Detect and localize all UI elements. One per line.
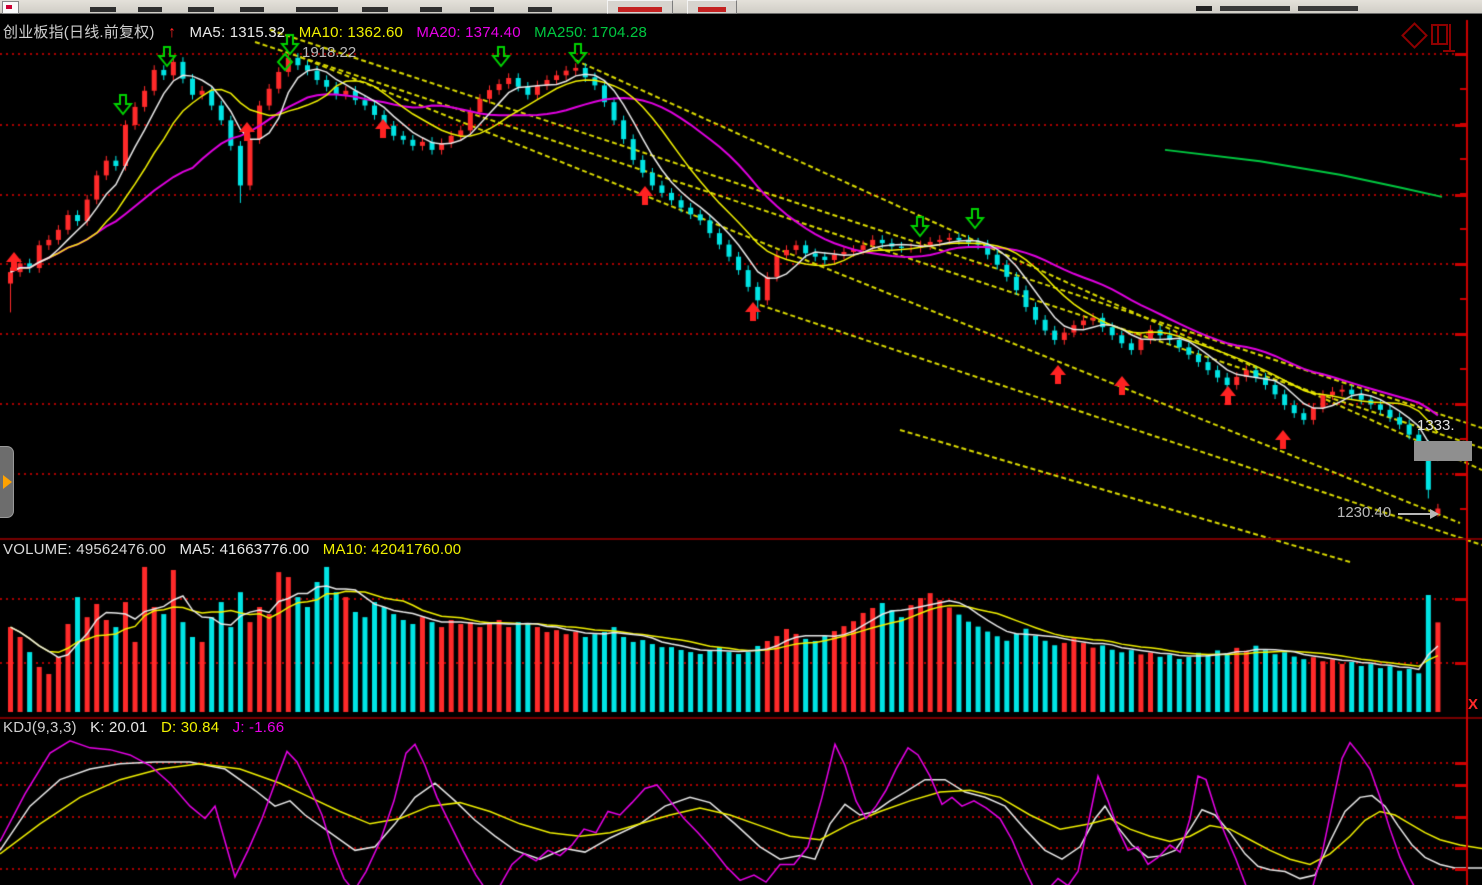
kdj-d-value: D: 30.84 bbox=[161, 719, 219, 736]
menu-red-button[interactable] bbox=[687, 0, 737, 14]
menu-status-text bbox=[1298, 6, 1358, 11]
menu-red-button[interactable] bbox=[607, 0, 673, 14]
kdj-j-value: J: -1.66 bbox=[233, 719, 285, 736]
trend-arrowhead-icon bbox=[1430, 509, 1439, 519]
ma250-value: MA250: 1704.28 bbox=[534, 24, 647, 41]
peak-price-label: 1918.22 bbox=[302, 44, 356, 61]
volume-ma5: MA5: 41663776.00 bbox=[179, 541, 309, 558]
menu-item[interactable] bbox=[296, 7, 338, 12]
volume-ma10: MA10: 42041760.00 bbox=[323, 541, 462, 558]
window-tool-frame bbox=[1449, 24, 1451, 50]
trend-arrow-icon bbox=[1398, 513, 1432, 515]
menu-item[interactable] bbox=[362, 7, 388, 12]
ma20-value: MA20: 1374.40 bbox=[416, 24, 520, 41]
kdj-name: KDJ(9,3,3) bbox=[3, 719, 77, 736]
menu-item[interactable] bbox=[240, 7, 264, 12]
volume-value: VOLUME: 49562476.00 bbox=[3, 541, 166, 558]
main-legend: 创业板指(日线.前复权) ↑ MA5: 1315.32 MA10: 1362.6… bbox=[3, 21, 656, 42]
kdj-k-value: K: 20.01 bbox=[90, 719, 147, 736]
kdj-legend: KDJ(9,3,3) K: 20.01 D: 30.84 J: -1.66 bbox=[3, 719, 293, 736]
ma10-value: MA10: 1362.60 bbox=[299, 24, 403, 41]
menu-item[interactable] bbox=[470, 7, 494, 12]
price-tag bbox=[1414, 441, 1472, 461]
menubar[interactable] bbox=[0, 0, 1482, 14]
volume-legend: VOLUME: 49562476.00 MA5: 41663776.00 MA1… bbox=[3, 541, 470, 558]
symbol-title: 创业板指(日线.前复权) bbox=[3, 24, 155, 41]
last-price-label: 1333. bbox=[1417, 417, 1455, 434]
window-tool-icon[interactable] bbox=[1431, 24, 1448, 45]
window-tool-frame bbox=[1443, 50, 1455, 52]
sidebar-expand-handle[interactable] bbox=[0, 446, 14, 518]
menu-item[interactable] bbox=[420, 7, 442, 12]
close-pane-button[interactable]: X bbox=[1468, 696, 1478, 713]
menu-status-icon bbox=[1196, 6, 1212, 11]
app-icon bbox=[2, 1, 19, 14]
chart-canvas[interactable] bbox=[0, 0, 1482, 885]
ma5-value: MA5: 1315.32 bbox=[190, 24, 286, 41]
menu-item[interactable] bbox=[528, 7, 552, 12]
up-arrow-icon: ↑ bbox=[168, 24, 176, 41]
menu-item[interactable] bbox=[138, 7, 162, 12]
trendline-price-label: 1230.40 bbox=[1337, 504, 1391, 521]
stock-app-window: 创业板指(日线.前复权) ↑ MA5: 1315.32 MA10: 1362.6… bbox=[0, 0, 1482, 885]
menu-status-text bbox=[1220, 6, 1290, 11]
menu-item[interactable] bbox=[188, 7, 214, 12]
expand-arrow-icon bbox=[3, 475, 12, 489]
menu-item[interactable] bbox=[90, 7, 116, 12]
